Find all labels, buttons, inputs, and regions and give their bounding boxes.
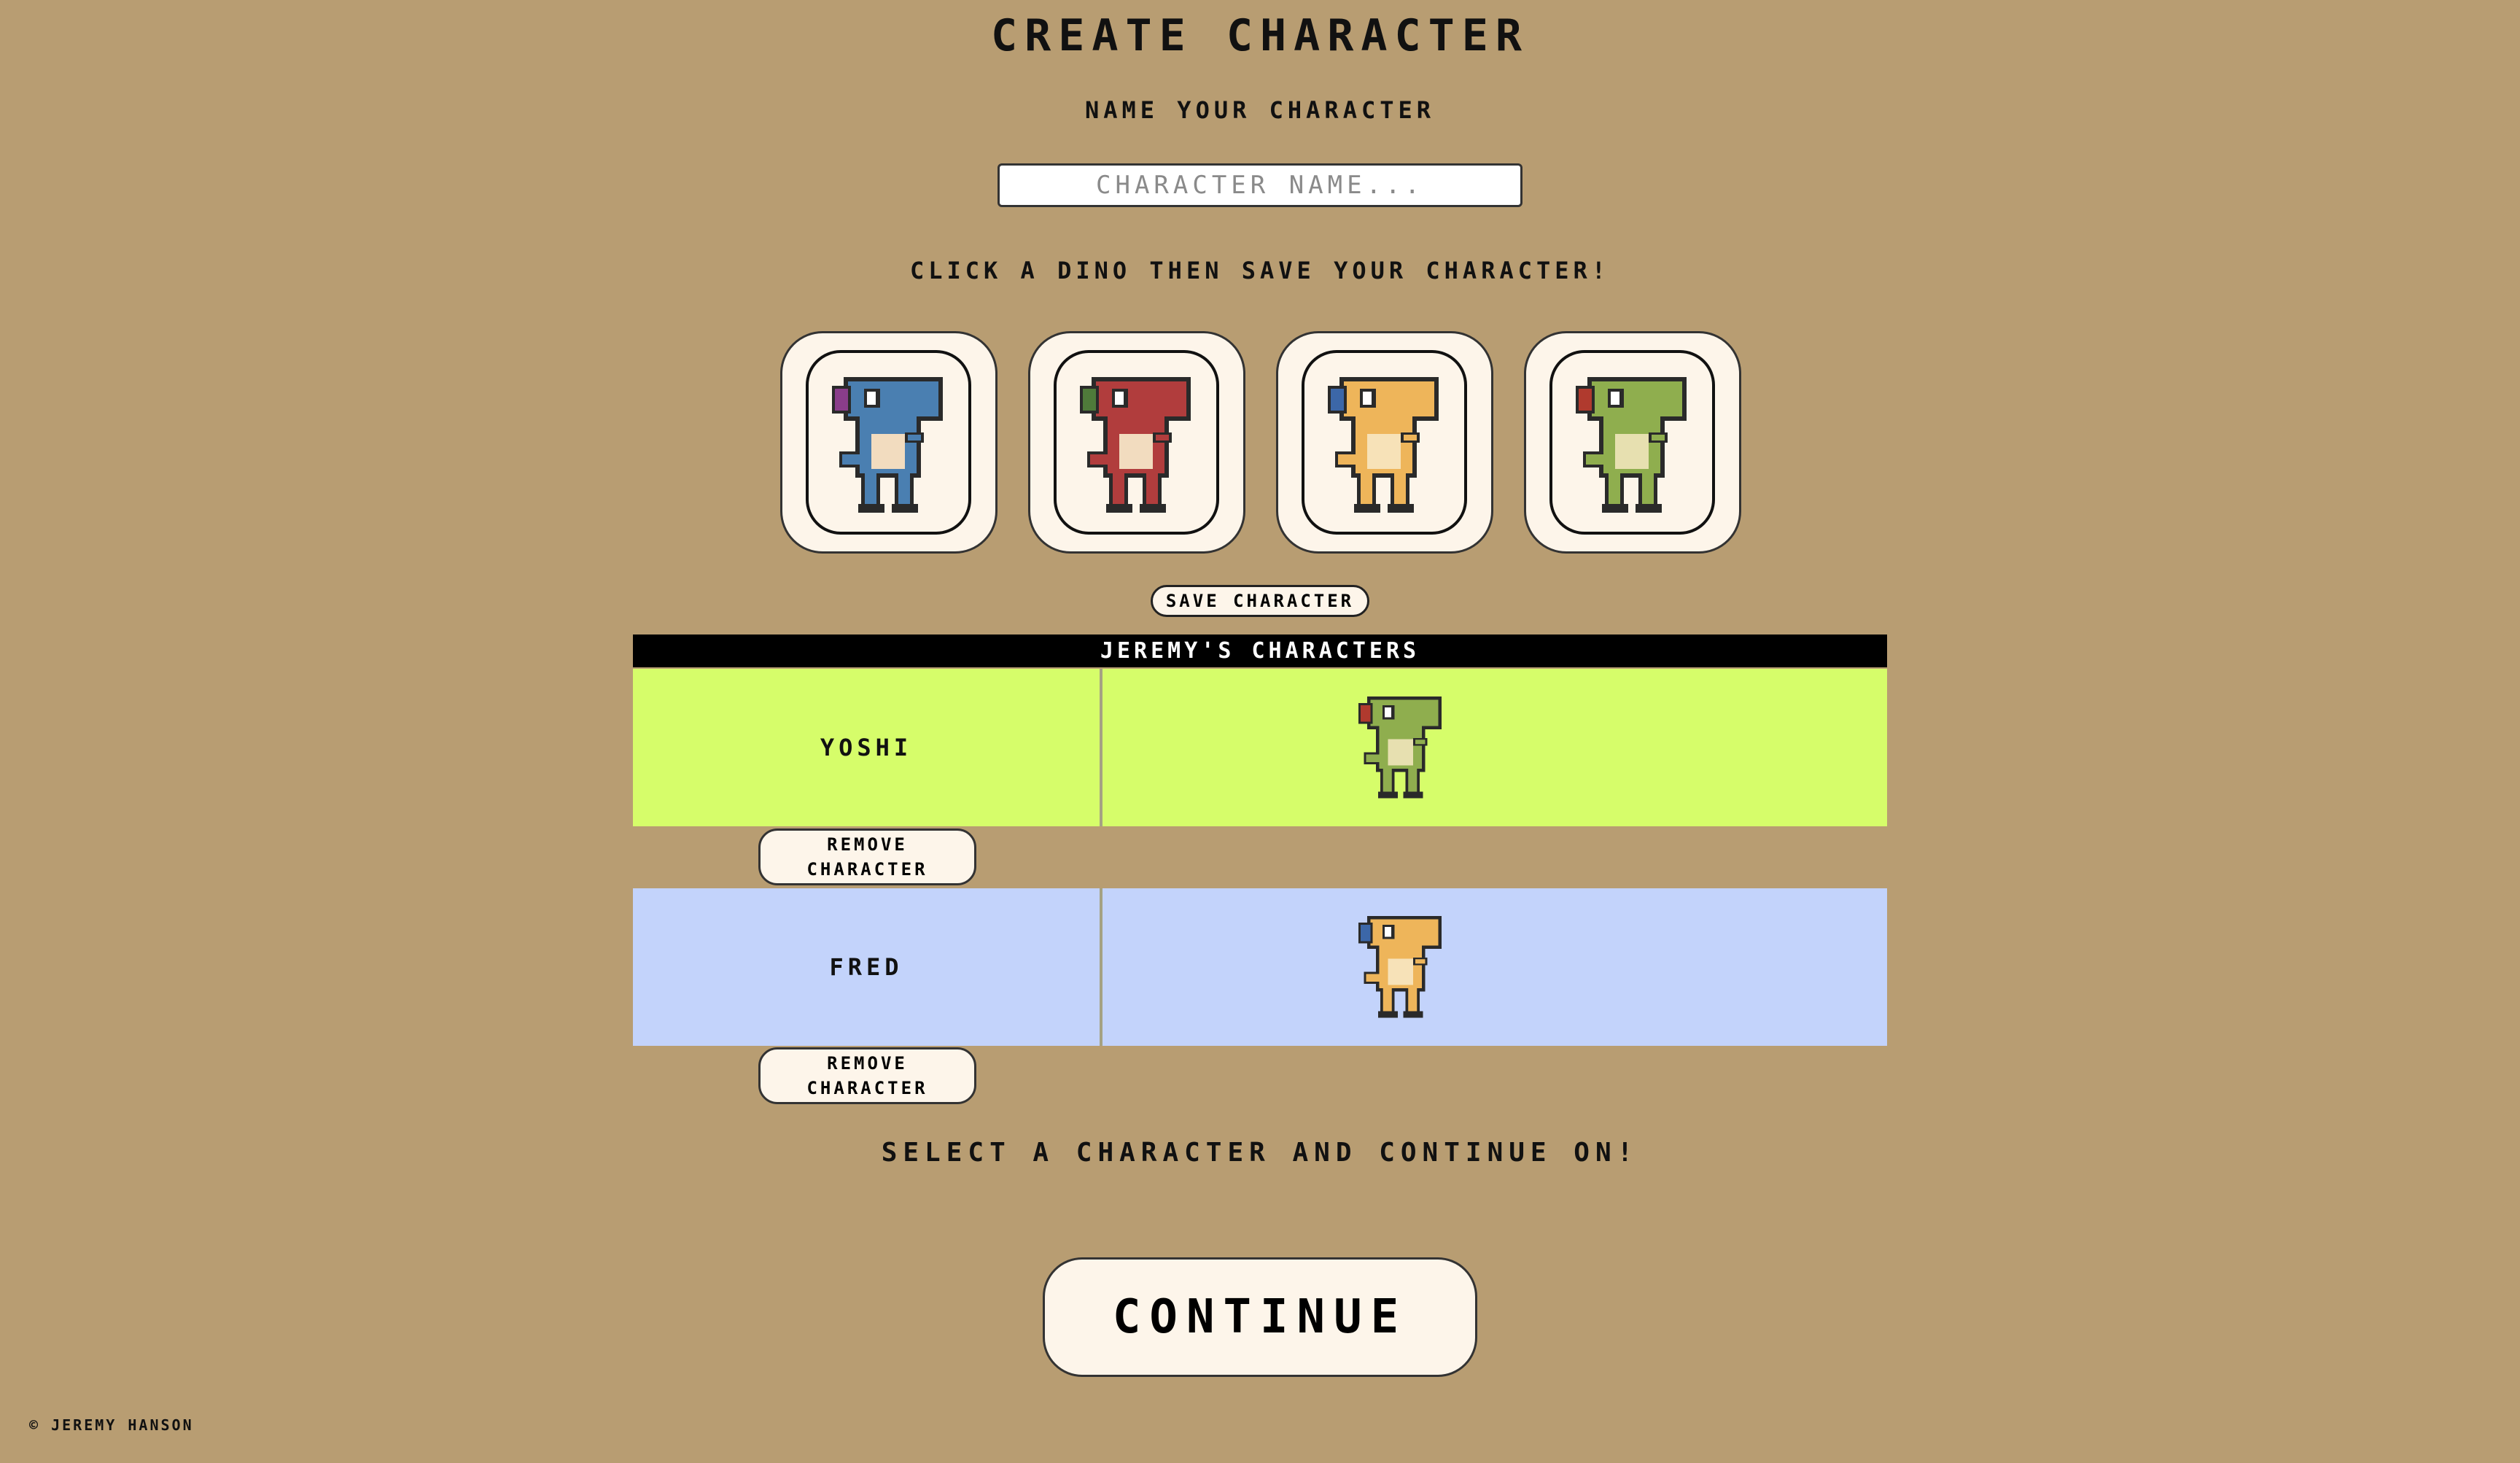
dino-option-green[interactable]	[1524, 331, 1741, 554]
character-row[interactable]: Fred	[633, 888, 1887, 1046]
dino-option-yellow[interactable]	[1276, 331, 1493, 554]
red-dino-icon	[1080, 377, 1191, 513]
character-image-cell	[1105, 669, 1887, 826]
save-character-button[interactable]: Save Character	[1151, 585, 1369, 617]
continue-button[interactable]: Continue	[1043, 1257, 1477, 1377]
character-image-cell	[1105, 888, 1887, 1046]
green-dino-icon	[1358, 696, 1442, 799]
copyright-footer: © Jeremy Hanson	[29, 1416, 194, 1434]
character-row[interactable]: Yoshi	[633, 669, 1887, 826]
dino-option-red[interactable]	[1028, 331, 1245, 554]
character-name-input[interactable]	[998, 163, 1522, 207]
yellow-dino-icon	[1328, 377, 1439, 513]
dino-option-blue[interactable]	[780, 331, 998, 554]
name-label: Name Your Character	[1084, 96, 1436, 124]
blue-dino-icon	[832, 377, 943, 513]
select-instructions: Select a character and continue on!	[881, 1138, 1639, 1168]
remove-character-button[interactable]: Remove Character	[758, 828, 976, 885]
character-name-cell: Fred	[633, 888, 1102, 1046]
instructions-text: Click a dino then save your character!	[909, 257, 1611, 284]
character-name-cell: Yoshi	[633, 669, 1102, 826]
remove-character-button[interactable]: Remove Character	[758, 1047, 976, 1104]
green-dino-icon	[1576, 377, 1687, 513]
yellow-dino-icon	[1358, 916, 1442, 1018]
page-title: Create Character	[991, 10, 1529, 61]
characters-table-header: Jeremy's Characters	[633, 635, 1887, 667]
